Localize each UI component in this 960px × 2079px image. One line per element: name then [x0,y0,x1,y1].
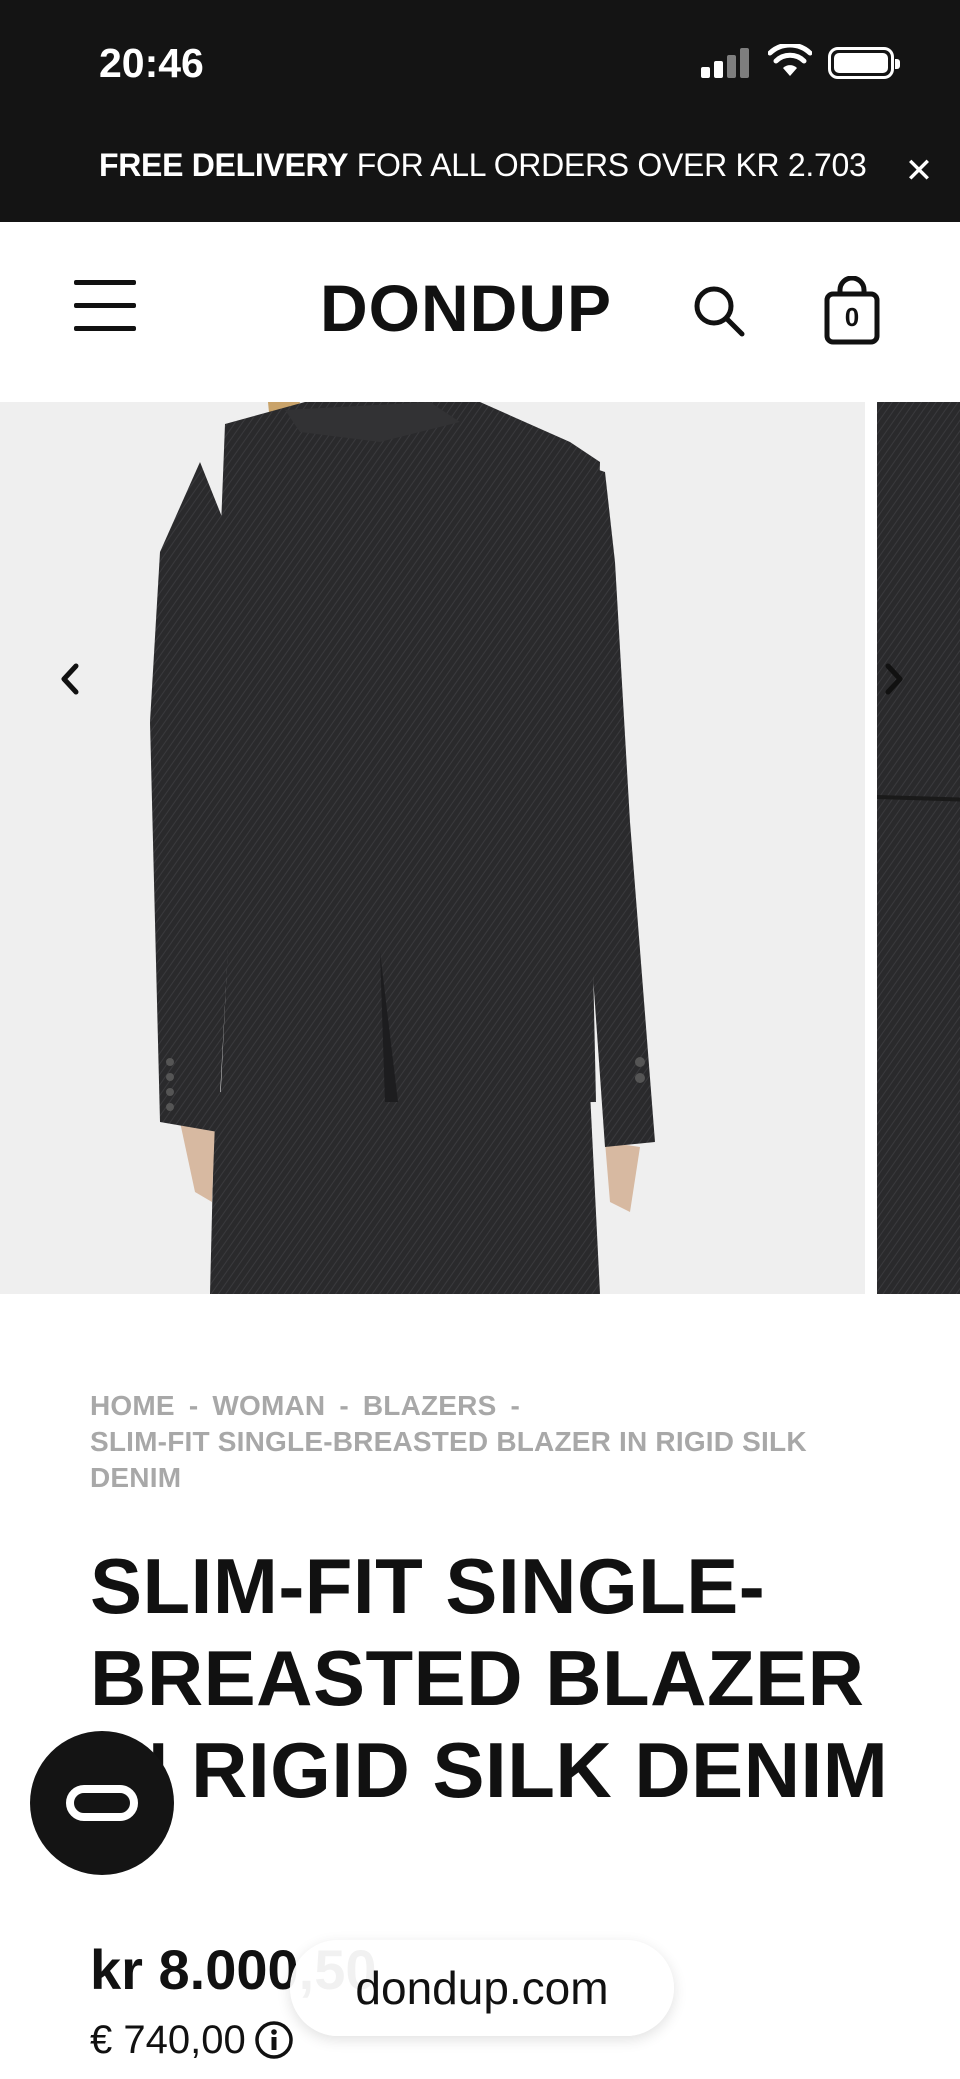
breadcrumb: HOME - WOMAN - BLAZERS - SLIM-FIT SINGLE-BREA… [90,1388,870,1496]
breadcrumb-home[interactable]: HOME [90,1390,175,1421]
chat-icon [66,1785,138,1821]
breadcrumb-woman[interactable]: WOMAN [212,1390,325,1421]
product-price-eur: € 740,00 [90,2018,246,2062]
brand-logo[interactable]: DONDUP [320,270,612,346]
hamburger-menu-icon[interactable] [74,280,136,332]
blazer-detail-image [877,402,960,1294]
breadcrumb-current: SLIM-FIT SINGLE-BREASTED BLAZER IN RIGID… [90,1426,807,1493]
promo-rest: FOR ALL ORDERS OVER KR 2.703 [348,147,867,183]
wifi-icon [768,44,812,76]
promo-text: FREE DELIVERY FOR ALL ORDERS OVER KR 2.7… [99,147,867,184]
info-icon[interactable] [254,2020,294,2060]
battery-icon [828,47,900,79]
blazer-back-image [150,402,655,1294]
product-gallery[interactable] [0,402,960,1294]
breadcrumb-blazers[interactable]: BLAZERS [363,1390,497,1421]
chat-button[interactable] [30,1731,174,1875]
search-icon[interactable] [692,284,746,338]
cart-count: 0 [844,302,860,332]
breadcrumb-separator: - [510,1390,521,1421]
cellular-signal-icon [701,48,751,78]
chevron-right-icon[interactable] [872,654,916,704]
breadcrumb-separator: - [188,1390,199,1421]
site-header: DONDUP 0 [0,222,960,402]
promo-bold: FREE DELIVERY [99,147,349,183]
close-icon[interactable]: ✕ [899,151,939,191]
product-image [0,402,865,1294]
browser-url-bar[interactable]: dondup.com [290,1940,674,2036]
product-title: SLIM-FIT SINGLE-BREASTED BLAZER IN RIGID… [90,1542,889,1814]
breadcrumb-separator: - [339,1390,349,1421]
shopping-bag-button[interactable]: 0 [822,275,882,346]
status-bar: 20:46 [0,0,960,125]
product-image-next [877,402,960,1294]
promo-banner: FREE DELIVERY FOR ALL ORDERS OVER KR 2.7… [0,125,960,222]
chevron-left-icon[interactable] [48,654,92,704]
status-time: 20:46 [99,40,204,86]
